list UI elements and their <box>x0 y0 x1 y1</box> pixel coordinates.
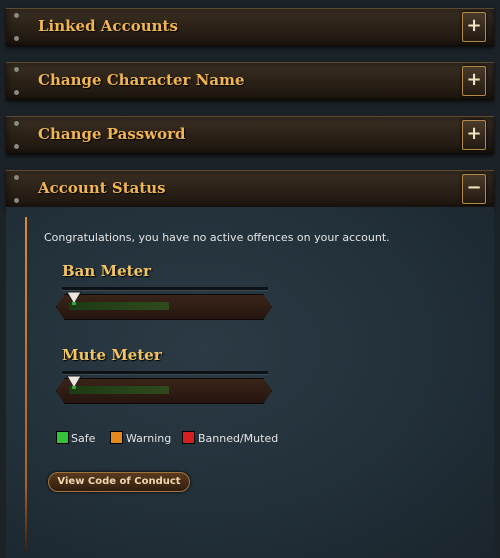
accordion-account-status[interactable]: Account Status − <box>6 170 494 208</box>
rivet <box>14 144 19 149</box>
rivet <box>14 36 19 41</box>
expand-icon[interactable]: + <box>462 66 486 96</box>
accordion-linked-accounts[interactable]: Linked Accounts + <box>6 8 494 46</box>
status-message: Congratulations, you have no active offe… <box>44 231 390 244</box>
expand-icon[interactable]: + <box>462 12 486 42</box>
legend-label-warning: Warning <box>126 432 172 445</box>
legend-swatch-safe <box>56 431 69 444</box>
mute-meter-marker-icon <box>66 375 82 389</box>
mute-meter-fill <box>69 386 169 394</box>
legend-swatch-banned <box>182 431 195 444</box>
ban-meter-marker-icon <box>66 291 82 305</box>
rivet <box>14 198 19 203</box>
section-title: Change Password <box>38 125 186 143</box>
expand-icon[interactable]: + <box>462 120 486 150</box>
section-title: Linked Accounts <box>38 17 178 35</box>
ban-meter <box>56 294 272 320</box>
legend-label-safe: Safe <box>71 432 96 445</box>
rivet <box>14 13 19 18</box>
ban-meter-title: Ban Meter <box>62 262 152 280</box>
legend-label-banned: Banned/Muted <box>198 432 279 445</box>
legend-swatch-warning <box>110 431 123 444</box>
mute-meter-rail <box>62 371 268 375</box>
accordion-change-character-name[interactable]: Change Character Name + <box>6 62 494 100</box>
rivet <box>14 67 19 72</box>
collapse-icon[interactable]: − <box>462 174 486 204</box>
rivet <box>14 175 19 180</box>
section-title: Account Status <box>38 179 166 197</box>
view-code-of-conduct-button[interactable]: View Code of Conduct <box>48 472 190 492</box>
ban-meter-fill <box>69 302 169 310</box>
rivet <box>14 90 19 95</box>
ban-meter-rail <box>62 287 268 291</box>
accordion-change-password[interactable]: Change Password + <box>6 116 494 154</box>
section-title: Change Character Name <box>38 71 245 89</box>
rivet <box>14 121 19 126</box>
mute-meter <box>56 378 272 404</box>
mute-meter-title: Mute Meter <box>62 346 162 364</box>
account-status-panel: Congratulations, you have no active offe… <box>6 207 494 558</box>
panel-divider-line <box>25 217 27 552</box>
